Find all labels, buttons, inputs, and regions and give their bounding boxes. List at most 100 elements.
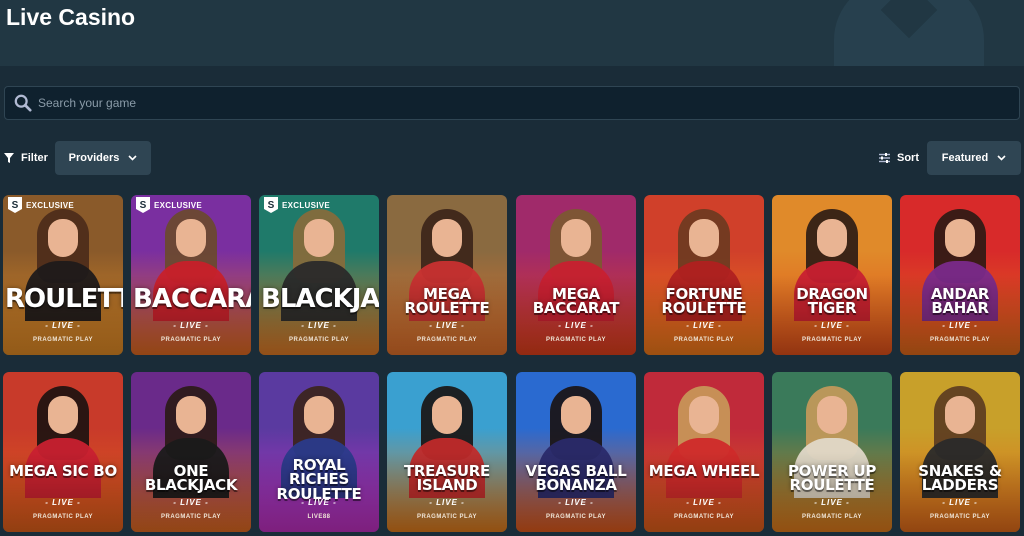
search-icon	[14, 94, 32, 112]
badge-label: EXCLUSIVE	[26, 200, 75, 210]
dealer-face	[304, 219, 334, 257]
game-title: MEGA ROULETTE	[404, 285, 490, 318]
exclusive-shield-icon: S	[8, 197, 22, 213]
provider-label: PRAGMATIC PLAY	[801, 337, 862, 343]
game-card[interactable]: TREASURE ISLAND - LIVE - PRAGMATIC PLAY	[387, 372, 507, 532]
provider-label: PRAGMATIC PLAY	[416, 337, 477, 343]
live-tag: - LIVE -	[686, 498, 722, 507]
exclusive-shield-icon: S	[264, 197, 278, 213]
exclusive-badge: S EXCLUSIVE	[8, 197, 74, 213]
dealer-face	[432, 219, 462, 257]
game-card[interactable]: DRAGON TIGER - LIVE - PRAGMATIC PLAY	[772, 195, 892, 355]
dealer-face	[561, 219, 591, 257]
game-title: MEGA SIC BO	[9, 462, 117, 480]
game-card[interactable]: ONE BLACKJACK - LIVE - PRAGMATIC PLAY	[131, 372, 251, 532]
exclusive-badge: S EXCLUSIVE	[136, 197, 202, 213]
providers-dropdown[interactable]: Providers	[55, 141, 151, 175]
filter-label[interactable]: Filter	[4, 141, 48, 175]
dealer-face	[817, 219, 847, 257]
provider-label: PRAGMATIC PLAY	[160, 337, 221, 343]
badge-label: EXCLUSIVE	[282, 200, 331, 210]
sort-selected: Featured	[941, 152, 989, 164]
game-card[interactable]: ROYAL RICHES ROULETTE - LIVE - LIVE88	[259, 372, 379, 532]
live-tag: - LIVE -	[429, 321, 465, 330]
page-title: Live Casino	[6, 4, 136, 30]
game-card[interactable]: POWER UP ROULETTE - LIVE - PRAGMATIC PLAY	[772, 372, 892, 532]
game-title: ROULETTE	[5, 284, 123, 314]
dealer-face	[48, 219, 78, 257]
dealer-face	[945, 396, 975, 434]
game-card[interactable]: VEGAS BALL BONANZA - LIVE - PRAGMATIC PLAY	[516, 372, 636, 532]
live-tag: - LIVE -	[814, 321, 850, 330]
provider-label: LIVE88	[307, 514, 331, 520]
providers-label: Providers	[68, 152, 120, 164]
game-card[interactable]: S EXCLUSIVE ROULETTE - LIVE - PRAGMATIC PLAY	[3, 195, 123, 355]
dealer-face	[817, 396, 847, 434]
game-card[interactable]: ANDAR BAHAR - LIVE - PRAGMATIC PLAY	[900, 195, 1020, 355]
game-card[interactable]: MEGA BACCARAT - LIVE - PRAGMATIC PLAY	[516, 195, 636, 355]
game-title: VEGAS BALL BONANZA	[525, 462, 627, 495]
live-tag: - LIVE -	[301, 321, 337, 330]
game-card[interactable]: SNAKES & LADDERS - LIVE - PRAGMATIC PLAY	[900, 372, 1020, 532]
filter-icon	[4, 153, 14, 163]
dealer-face	[561, 396, 591, 434]
sort-text: Sort	[897, 152, 919, 164]
chevron-down-icon	[997, 155, 1006, 161]
game-title: SNAKES & LADDERS	[918, 462, 1002, 495]
game-grid: S EXCLUSIVE ROULETTE - LIVE - PRAGMATIC PLAY…	[0, 195, 1024, 536]
dealer-face	[689, 219, 719, 257]
provider-label: PRAGMATIC PLAY	[32, 337, 93, 343]
live-tag: - LIVE -	[686, 321, 722, 330]
provider-label: PRAGMATIC PLAY	[929, 337, 990, 343]
search-bar[interactable]	[4, 86, 1020, 120]
game-title: DRAGON TIGER	[796, 285, 868, 318]
game-card[interactable]: MEGA ROULETTE - LIVE - PRAGMATIC PLAY	[387, 195, 507, 355]
provider-label: PRAGMATIC PLAY	[673, 514, 734, 520]
provider-label: PRAGMATIC PLAY	[673, 337, 734, 343]
provider-label: PRAGMATIC PLAY	[416, 514, 477, 520]
dealer-face	[945, 219, 975, 257]
filter-text: Filter	[21, 152, 48, 164]
sort-icon	[879, 153, 890, 163]
provider-label: PRAGMATIC PLAY	[32, 514, 93, 520]
live-tag: - LIVE -	[429, 498, 465, 507]
provider-label: PRAGMATIC PLAY	[545, 514, 606, 520]
game-card[interactable]: S EXCLUSIVE BLACKJACK - LIVE - PRAGMATIC PLA…	[259, 195, 379, 355]
game-title: POWER UP ROULETTE	[787, 462, 877, 495]
provider-label: PRAGMATIC PLAY	[288, 337, 349, 343]
page-header: Live Casino	[0, 0, 1024, 66]
live-tag: - LIVE -	[301, 498, 337, 507]
game-card[interactable]: MEGA WHEEL - LIVE - PRAGMATIC PLAY	[644, 372, 764, 532]
live-tag: - LIVE -	[173, 321, 209, 330]
game-title: ONE BLACKJACK	[144, 462, 238, 495]
dealer-face	[48, 396, 78, 434]
game-title: ANDAR BAHAR	[930, 285, 990, 318]
live-tag: - LIVE -	[942, 498, 978, 507]
game-title: ROYAL RICHES ROULETTE	[276, 456, 362, 503]
game-title: BACCARAT	[133, 284, 251, 314]
sort-label[interactable]: Sort	[879, 141, 919, 175]
live-tag: - LIVE -	[558, 498, 594, 507]
chevron-down-icon	[128, 155, 137, 161]
exclusive-badge: S EXCLUSIVE	[264, 197, 330, 213]
game-card[interactable]: MEGA SIC BO - LIVE - PRAGMATIC PLAY	[3, 372, 123, 532]
header-dealer-illustration	[834, 0, 984, 66]
provider-label: PRAGMATIC PLAY	[801, 514, 862, 520]
live-tag: - LIVE -	[45, 321, 81, 330]
game-title: TREASURE ISLAND	[403, 462, 491, 495]
game-card[interactable]: FORTUNE ROULETTE - LIVE - PRAGMATIC PLAY	[644, 195, 764, 355]
exclusive-shield-icon: S	[136, 197, 150, 213]
provider-label: PRAGMATIC PLAY	[160, 514, 221, 520]
badge-label: EXCLUSIVE	[154, 200, 203, 210]
live-tag: - LIVE -	[558, 321, 594, 330]
search-input[interactable]	[38, 87, 1019, 119]
live-tag: - LIVE -	[45, 498, 81, 507]
filter-bar: Filter Providers Sort Featured	[0, 141, 1024, 175]
provider-label: PRAGMATIC PLAY	[545, 337, 606, 343]
dealer-face	[689, 396, 719, 434]
game-title: BLACKJACK	[261, 284, 379, 314]
live-tag: - LIVE -	[942, 321, 978, 330]
sort-dropdown[interactable]: Featured	[927, 141, 1021, 175]
game-title: FORTUNE ROULETTE	[661, 285, 747, 318]
game-card[interactable]: S EXCLUSIVE BACCARAT - LIVE - PRAGMATIC PLAY	[131, 195, 251, 355]
